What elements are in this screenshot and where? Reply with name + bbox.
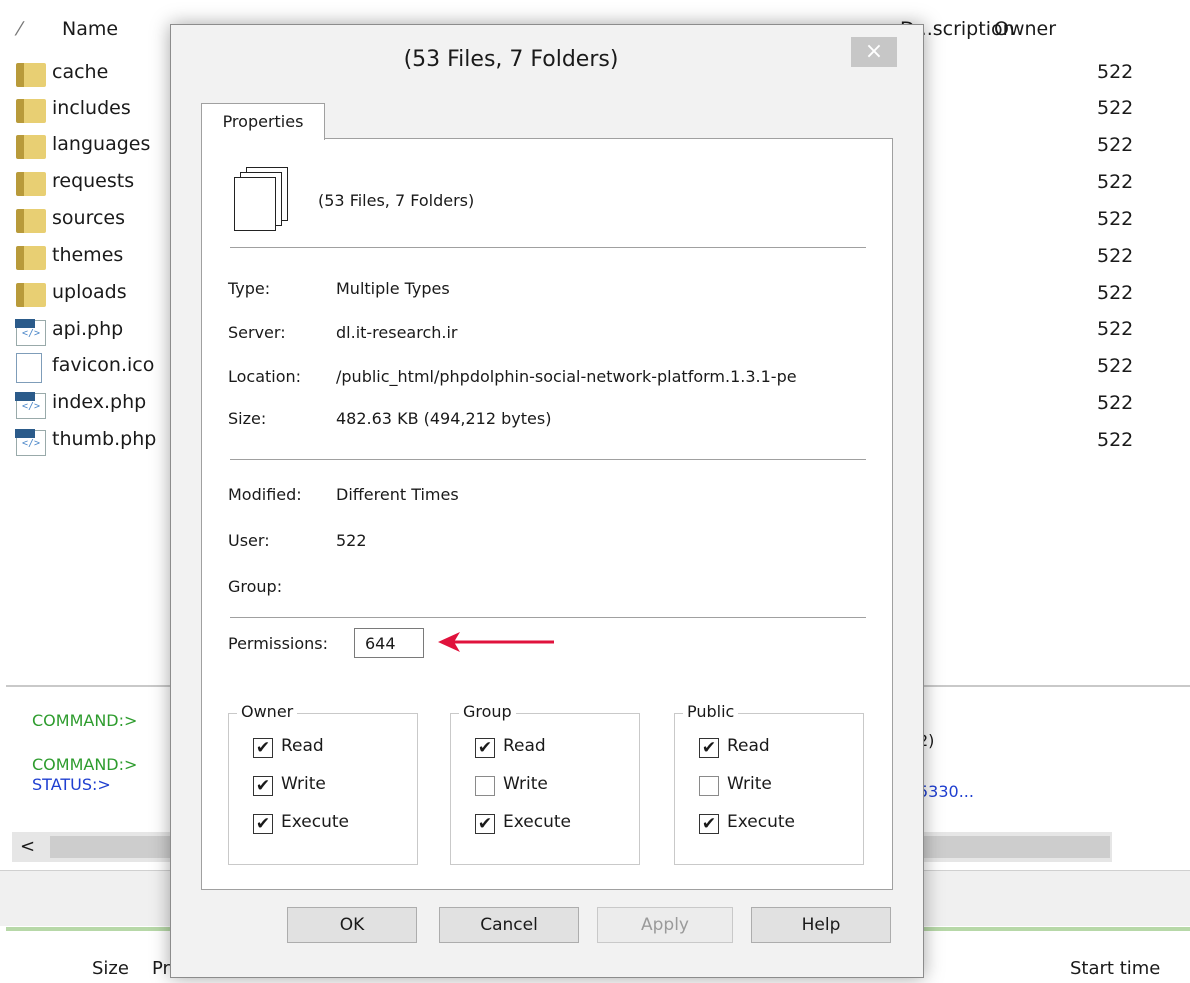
properties-dialog: (53 Files, 7 Folders) × Properties (53 F… (170, 24, 924, 978)
help-button[interactable]: Help (751, 907, 891, 943)
user-value: 522 (336, 531, 367, 550)
scroll-left-icon[interactable]: < (20, 836, 35, 857)
folder-icon (16, 283, 46, 307)
owner-cell: 522 (1097, 245, 1134, 267)
group-title: Owner (237, 702, 298, 721)
cancel-button[interactable]: Cancel (439, 907, 579, 943)
size-label: Size: (228, 409, 267, 428)
dialog-title: (53 Files, 7 Folders) (403, 47, 619, 72)
owner-cell: 522 (1097, 171, 1134, 193)
list-item[interactable]: requests (16, 165, 186, 199)
divider (230, 617, 866, 618)
ok-button[interactable]: OK (287, 907, 417, 943)
log-line: COMMAND:> (32, 755, 138, 774)
selection-summary: (53 Files, 7 Folders) (318, 191, 475, 210)
location-value: /public_html/phpdolphin-social-network-p… (336, 367, 797, 386)
owner-cell: 522 (1097, 97, 1134, 119)
queue-column-size[interactable]: Size (92, 958, 129, 979)
list-item[interactable]: languages (16, 128, 186, 162)
multiple-files-icon (234, 167, 288, 231)
log-line-tail: 5330... (918, 782, 974, 801)
checkbox-checked-icon[interactable]: ✔ (699, 814, 719, 834)
list-item[interactable]: sources (16, 202, 186, 236)
list-item[interactable]: favicon.ico (16, 349, 186, 383)
owner-cell: 522 (1097, 355, 1134, 377)
checkbox-unchecked-icon[interactable] (699, 776, 719, 796)
checkbox-checked-icon[interactable]: ✔ (699, 738, 719, 758)
folder-icon (16, 172, 46, 196)
server-label: Server: (228, 323, 286, 342)
owner-permissions-group: Owner ✔ Read ✔ Write ✔ Execute (228, 702, 418, 865)
folder-icon (16, 99, 46, 123)
column-name[interactable]: Name (62, 18, 118, 40)
owner-cell: 522 (1097, 208, 1134, 230)
user-label: User: (228, 531, 270, 550)
owner-cell: 522 (1097, 318, 1134, 340)
group-label: Group: (228, 577, 283, 596)
log-line: COMMAND:> (32, 711, 138, 730)
checkbox-unchecked-icon[interactable] (475, 776, 495, 796)
group-title: Group (459, 702, 516, 721)
list-item[interactable]: includes (16, 92, 186, 126)
owner-cell: 522 (1097, 61, 1134, 83)
group-permissions-group: Group ✔ Read Write ✔ Execute (450, 702, 640, 865)
owner-cell: 522 (1097, 429, 1134, 451)
type-value: Multiple Types (336, 279, 450, 298)
list-item[interactable]: index.php (15, 386, 186, 420)
type-label: Type: (228, 279, 271, 298)
public-permissions-group: Public ✔ Read Write ✔ Execute (674, 702, 864, 865)
checkbox-checked-icon[interactable]: ✔ (475, 814, 495, 834)
php-file-icon (15, 429, 46, 456)
folder-icon (16, 63, 46, 87)
server-value: dl.it-research.ir (336, 323, 458, 342)
sort-indicator-icon[interactable]: ⁄ (18, 18, 21, 40)
owner-cell: 522 (1097, 134, 1134, 156)
apply-button[interactable]: Apply (597, 907, 733, 943)
list-item[interactable]: themes (16, 239, 186, 273)
permissions-input[interactable]: 644 (354, 628, 424, 658)
php-file-icon (15, 392, 46, 419)
file-icon (16, 353, 42, 383)
checkbox-checked-icon[interactable]: ✔ (253, 776, 273, 796)
checkbox-checked-icon[interactable]: ✔ (475, 738, 495, 758)
list-item[interactable]: cache (16, 56, 186, 90)
permissions-label: Permissions: (228, 634, 329, 653)
owner-cell: 522 (1097, 392, 1134, 414)
size-value: 482.63 KB (494,212 bytes) (336, 409, 552, 428)
list-item[interactable]: thumb.php (15, 423, 186, 457)
checkbox-checked-icon[interactable]: ✔ (253, 738, 273, 758)
divider (230, 459, 866, 460)
modified-label: Modified: (228, 485, 302, 504)
owner-cell: 522 (1097, 282, 1134, 304)
list-item[interactable]: api.php (15, 313, 186, 347)
divider (230, 247, 866, 248)
annotation-arrow-icon (438, 632, 554, 652)
queue-column-start-time[interactable]: Start time (1070, 958, 1160, 979)
queue-column-priority[interactable]: Pr (152, 958, 170, 979)
folder-icon (16, 246, 46, 270)
group-title: Public (683, 702, 739, 721)
location-label: Location: (228, 367, 302, 386)
tab-properties[interactable]: Properties (201, 103, 325, 140)
close-button[interactable]: × (851, 37, 897, 67)
log-line: STATUS:> (32, 775, 111, 794)
properties-panel: (53 Files, 7 Folders) Type: Multiple Typ… (201, 138, 893, 890)
folder-icon (16, 135, 46, 159)
modified-value: Different Times (336, 485, 459, 504)
checkbox-checked-icon[interactable]: ✔ (253, 814, 273, 834)
list-item[interactable]: uploads (16, 276, 186, 310)
php-file-icon (15, 319, 46, 346)
folder-icon (16, 209, 46, 233)
